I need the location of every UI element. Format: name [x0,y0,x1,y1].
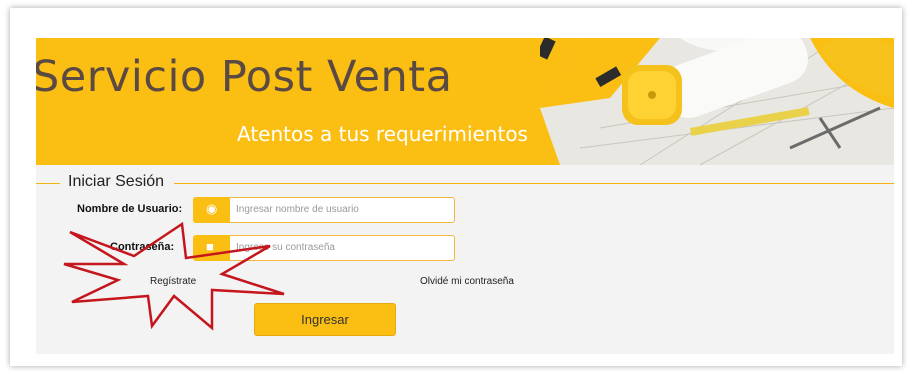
login-legend: Iniciar Sesión [68,173,165,190]
legend-line-left [36,183,60,184]
username-label: Nombre de Usuario: [77,203,183,215]
header-banner: Servicio Post Venta Atentos a tus requer… [36,38,894,165]
username-input[interactable] [230,198,446,220]
construction-tools-image [540,38,894,165]
banner-subtitle: Atentos a tus requerimientos [237,122,528,146]
banner-title: Servicio Post Venta [36,52,453,102]
forgot-password-link[interactable]: Olvidé mi contraseña [420,276,514,287]
starburst-annotation [63,221,285,331]
legend-line-right [174,183,894,184]
